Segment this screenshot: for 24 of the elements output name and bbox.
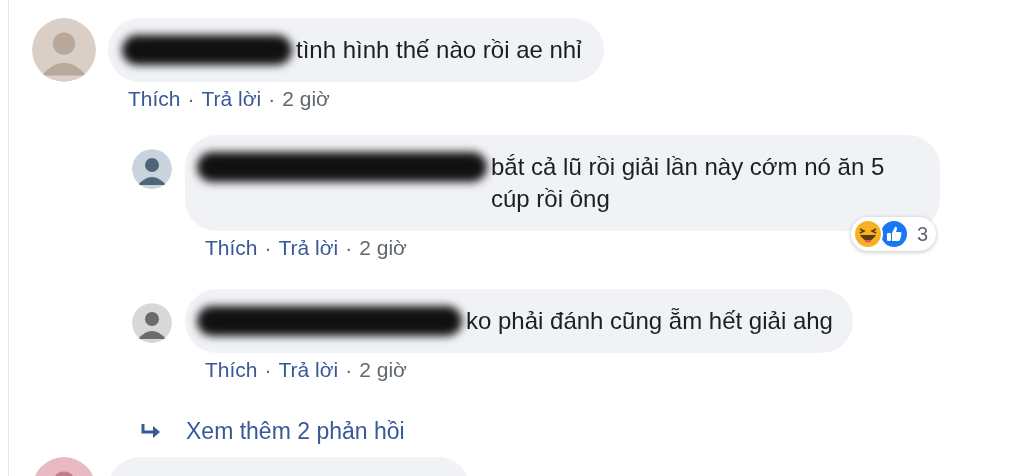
comment-text: bắt cả lũ rồi giải lần này cớm nó ăn 5 cúp rồi ông	[491, 152, 886, 214]
reply-link[interactable]: Trả lời	[278, 358, 339, 381]
like-link[interactable]: Thích	[205, 236, 258, 259]
avatar[interactable]	[132, 149, 172, 189]
avatar[interactable]	[132, 303, 172, 343]
separator-dot: ·	[345, 358, 353, 381]
separator-dot: ·	[268, 87, 276, 110]
timestamp[interactable]: 2 giờ	[282, 87, 330, 110]
separator-dot: ·	[264, 358, 272, 381]
reply-arrow-icon	[140, 422, 162, 441]
separator-dot: ·	[264, 236, 272, 259]
reply-link[interactable]: Trả lời	[201, 87, 262, 110]
comment-text: tình hình thế nào rồi ae nhỉ	[296, 35, 582, 65]
separator-dot: ·	[187, 87, 195, 110]
like-link[interactable]: Thích	[205, 358, 258, 381]
timestamp[interactable]: 2 giờ	[359, 236, 407, 259]
comment-text: ko phải đánh cũng ẵm hết giải ahg	[466, 306, 833, 336]
timestamp[interactable]: 2 giờ	[359, 358, 407, 381]
like-link[interactable]: Thích	[128, 87, 181, 110]
separator-dot: ·	[345, 236, 353, 259]
reaction-badge[interactable]: 3	[850, 217, 936, 251]
more-replies-link[interactable]: Xem thêm 2 phản hồi	[186, 418, 405, 445]
reply-link[interactable]: Trả lời	[278, 236, 339, 259]
laughing-face-icon	[852, 219, 883, 249]
